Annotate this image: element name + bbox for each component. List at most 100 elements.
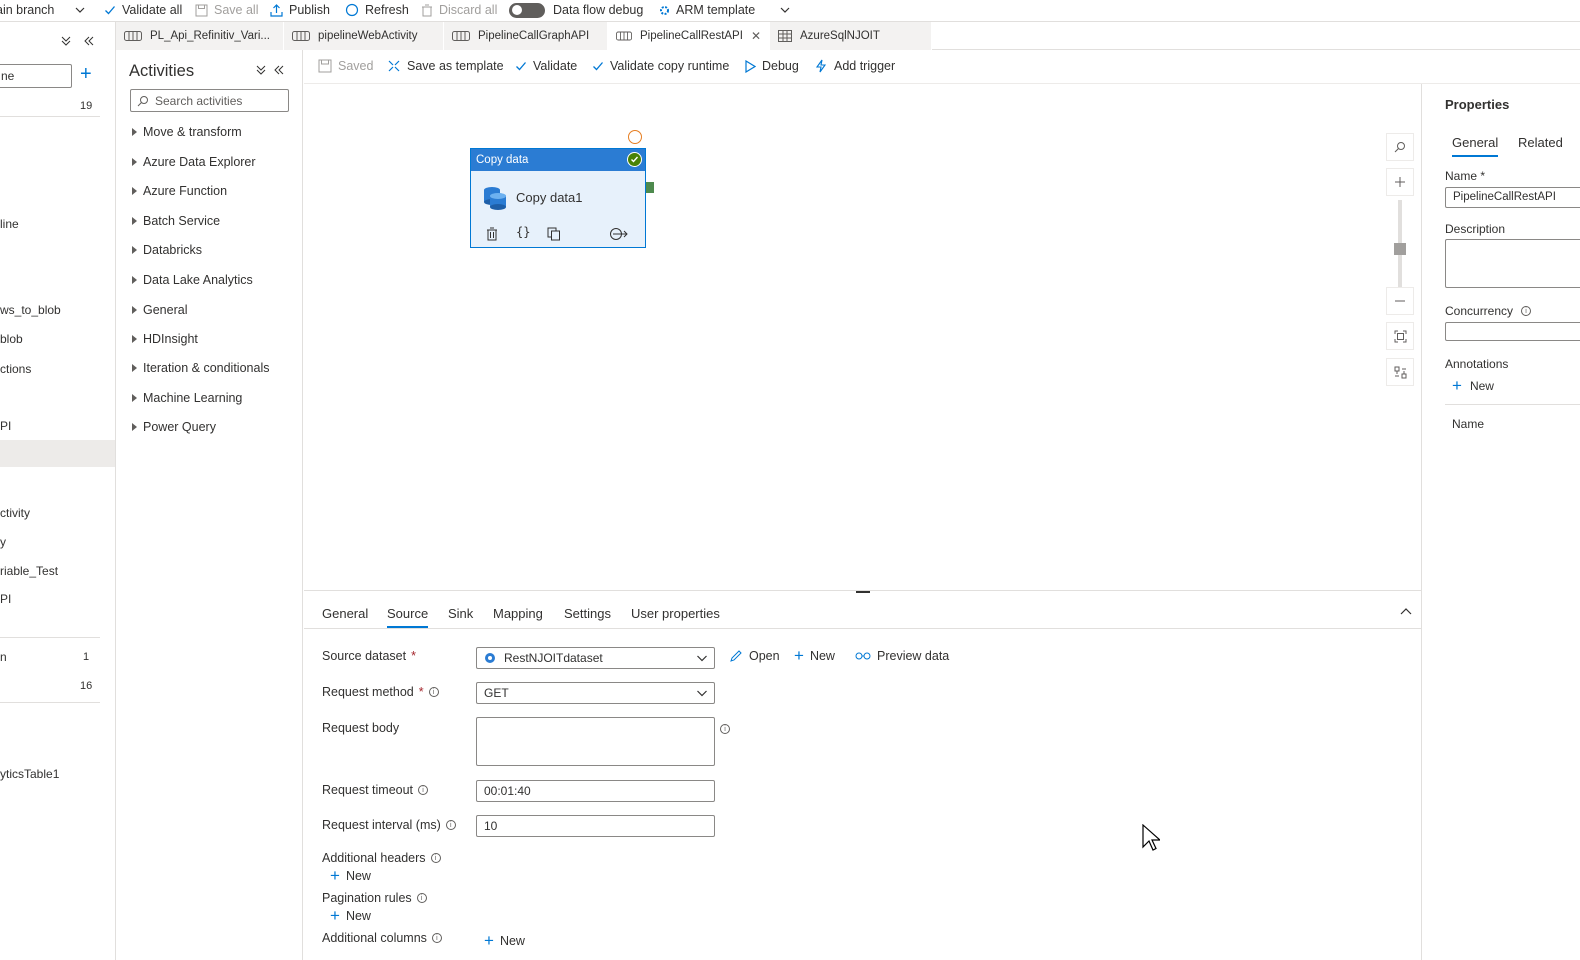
- category-databricks[interactable]: Databricks: [132, 243, 202, 257]
- description-textarea[interactable]: [1445, 239, 1580, 288]
- debug-label: Debug: [762, 59, 799, 73]
- publish-button[interactable]: Publish: [270, 0, 330, 20]
- tab-pipeline-call-graph-api[interactable]: PipelineCallGraphAPI: [444, 22, 608, 50]
- dataset-item[interactable]: yticsTable1: [0, 767, 59, 781]
- category-data-lake-analytics[interactable]: Data Lake Analytics: [132, 273, 253, 287]
- pipeline-item[interactable]: PI: [0, 592, 11, 606]
- resource-group-item[interactable]: n: [0, 650, 7, 664]
- saved-button[interactable]: Saved: [318, 59, 373, 73]
- category-general[interactable]: General: [132, 303, 187, 317]
- source-dataset-select[interactable]: RestNJOITdataset: [476, 647, 715, 669]
- add-trigger-button[interactable]: Add trigger: [814, 59, 895, 73]
- validate-all-button[interactable]: Validate all: [104, 0, 182, 20]
- request-method-select[interactable]: GET: [476, 682, 715, 704]
- save-icon: [195, 4, 208, 16]
- collapse-panel-icon[interactable]: [274, 65, 284, 75]
- arm-template-button[interactable]: ARM template: [659, 0, 791, 20]
- data-flow-debug-toggle[interactable]: Data flow debug: [509, 0, 643, 20]
- clone-icon[interactable]: [547, 227, 561, 241]
- mouse-cursor-icon: [1142, 824, 1160, 851]
- pipeline-item[interactable]: PI: [0, 419, 11, 433]
- open-dataset-button[interactable]: Open: [729, 649, 780, 663]
- concurrency-input[interactable]: [1445, 322, 1580, 341]
- tab-related[interactable]: Related: [1518, 135, 1563, 150]
- new-header-button[interactable]: + New: [330, 867, 371, 884]
- auto-align-button[interactable]: [1386, 358, 1414, 386]
- tab-source[interactable]: Source: [387, 606, 429, 628]
- category-label: Machine Learning: [143, 391, 243, 405]
- add-output-icon[interactable]: [609, 227, 629, 241]
- pipeline-canvas[interactable]: Copy data Copy data1 {}: [304, 84, 1420, 590]
- copy-data-activity-node[interactable]: Copy data Copy data1 {}: [470, 148, 646, 248]
- panel-resize-handle[interactable]: [856, 591, 870, 593]
- collapse-all-icon[interactable]: [256, 65, 266, 75]
- request-body-textarea[interactable]: [476, 717, 715, 766]
- refresh-button[interactable]: Refresh: [345, 0, 409, 20]
- request-interval-input[interactable]: 10: [476, 815, 715, 837]
- tab-mapping[interactable]: Mapping: [493, 606, 543, 621]
- save-all-button[interactable]: Save all: [195, 0, 258, 20]
- category-power-query[interactable]: Power Query: [132, 420, 216, 434]
- discard-all-button[interactable]: Discard all: [421, 0, 497, 20]
- filter-resources-input[interactable]: ne: [0, 64, 72, 88]
- validate-button[interactable]: Validate: [515, 59, 577, 73]
- pipeline-item[interactable]: riable_Test: [0, 564, 58, 578]
- pipeline-item[interactable]: ctivity: [0, 506, 30, 520]
- code-braces-icon[interactable]: {}: [516, 225, 530, 239]
- tab-pl-api-refinitiv[interactable]: PL_Api_Refinitiv_Vari...: [116, 22, 284, 50]
- new-column-button[interactable]: + New: [484, 932, 525, 949]
- pipeline-item[interactable]: ws_to_blob: [0, 303, 61, 317]
- zoom-to-fit-button[interactable]: [1386, 322, 1414, 350]
- zoom-slider-thumb[interactable]: [1394, 243, 1406, 255]
- collapse-pane-icon[interactable]: [84, 36, 94, 46]
- new-label: New: [809, 649, 835, 663]
- new-pagination-rule-button[interactable]: + New: [330, 907, 371, 924]
- save-as-template-button[interactable]: Save as template: [387, 59, 504, 73]
- pipeline-name-input[interactable]: PipelineCallRestAPI: [1445, 187, 1580, 208]
- zoom-out-button[interactable]: [1386, 287, 1414, 315]
- data-flow-debug-label: Data flow debug: [553, 3, 644, 17]
- pipeline-item[interactable]: blob: [0, 332, 23, 346]
- pipeline-icon: [124, 31, 142, 41]
- toggle-switch[interactable]: [509, 2, 545, 18]
- tab-settings[interactable]: Settings: [564, 606, 611, 621]
- close-tab-icon[interactable]: ✕: [751, 29, 761, 43]
- validate-copy-runtime-button[interactable]: Validate copy runtime: [592, 59, 729, 73]
- category-azure-data-explorer[interactable]: Azure Data Explorer: [132, 155, 256, 169]
- delete-icon[interactable]: [486, 227, 498, 241]
- category-azure-function[interactable]: Azure Function: [132, 184, 227, 198]
- canvas-search-button[interactable]: [1386, 133, 1414, 161]
- pipeline-item[interactable]: ctions: [0, 362, 31, 376]
- tab-general[interactable]: General: [1452, 135, 1498, 150]
- request-timeout-label-row: Request timeout i: [322, 783, 429, 797]
- pipeline-item[interactable]: y: [0, 535, 6, 549]
- tab-user-properties[interactable]: User properties: [631, 606, 720, 621]
- category-machine-learning[interactable]: Machine Learning: [132, 391, 242, 405]
- chevron-up-icon[interactable]: [1400, 607, 1412, 617]
- tab-azure-sql-njoit[interactable]: AzureSqlNJOIT: [770, 22, 932, 50]
- category-label: Data Lake Analytics: [143, 273, 253, 287]
- success-output-port[interactable]: [646, 182, 654, 193]
- checkmark-icon: [105, 6, 115, 15]
- new-dataset-button[interactable]: + New: [794, 647, 835, 664]
- category-hdinsight[interactable]: HDInsight: [132, 332, 198, 346]
- debug-button[interactable]: Debug: [744, 59, 799, 73]
- category-move-transform[interactable]: Move & transform: [132, 125, 242, 139]
- category-batch-service[interactable]: Batch Service: [132, 214, 220, 228]
- tab-pipeline-call-rest-api[interactable]: PipelineCallRestAPI ✕: [608, 22, 770, 50]
- add-resource-button[interactable]: +: [80, 64, 98, 84]
- search-activities-input[interactable]: Search activities: [130, 89, 289, 112]
- collapse-all-icon[interactable]: [61, 36, 71, 46]
- publish-label: Publish: [289, 3, 330, 17]
- pipeline-item[interactable]: line: [0, 217, 19, 231]
- new-annotation-button[interactable]: + New: [1452, 377, 1494, 394]
- tab-pipeline-web-activity[interactable]: pipelineWebActivity: [284, 22, 444, 50]
- success-check-icon: [627, 152, 642, 167]
- category-iteration-conditionals[interactable]: Iteration & conditionals: [132, 361, 269, 375]
- preview-data-button[interactable]: Preview data: [855, 649, 949, 663]
- tab-sink[interactable]: Sink: [448, 606, 473, 621]
- tab-general[interactable]: General: [322, 606, 368, 621]
- branch-selector[interactable]: ain branch: [0, 0, 86, 20]
- zoom-in-button[interactable]: [1386, 168, 1414, 196]
- request-timeout-input[interactable]: 00:01:40: [476, 780, 715, 802]
